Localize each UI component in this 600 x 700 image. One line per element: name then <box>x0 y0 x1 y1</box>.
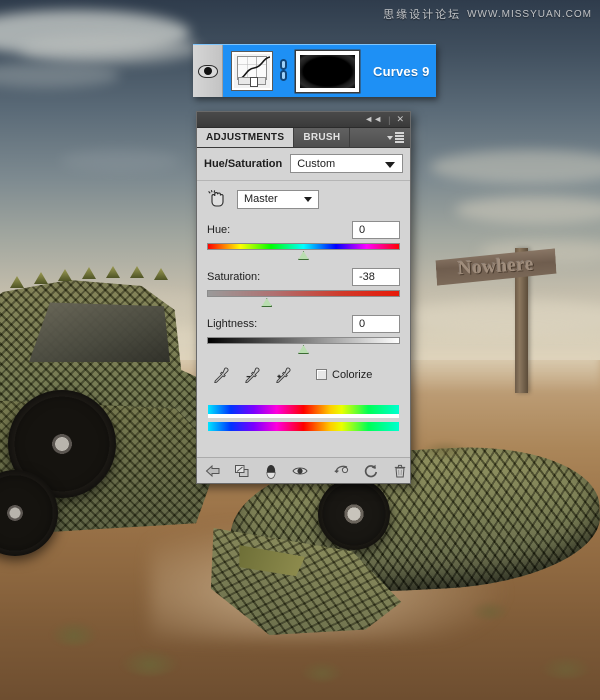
preset-black-white-icon[interactable] <box>263 463 279 479</box>
saturation-track[interactable] <box>207 290 400 297</box>
back-arrow-icon[interactable] <box>205 463 221 479</box>
chevron-down-icon <box>304 197 312 202</box>
channel-dropdown-value: Master <box>244 193 278 205</box>
reset-icon[interactable] <box>363 463 379 479</box>
desert-scrub <box>50 620 98 646</box>
cloud <box>60 150 180 172</box>
desert-scrub <box>300 660 344 682</box>
delete-icon[interactable] <box>392 463 408 479</box>
preset-row: Hue/Saturation Custom <box>197 148 410 181</box>
eyedropper-row: Colorize <box>207 366 400 383</box>
saturation-track-wrap[interactable] <box>207 290 400 307</box>
color-spectrum-bars <box>207 405 400 431</box>
chevron-down-icon <box>385 161 395 168</box>
preset-dropdown[interactable]: Custom <box>290 154 403 173</box>
channel-row: Master <box>207 189 400 209</box>
adjustments-panel: ◄◄ | ✕ ADJUSTMENTS BRUSH Hue/Saturation … <box>196 111 411 484</box>
adjustment-type-label: Hue/Saturation <box>204 157 283 170</box>
layer-name-label: Curves 9 <box>373 63 430 79</box>
tabs-spacer <box>350 128 381 147</box>
lightness-slider-handle[interactable] <box>298 345 309 354</box>
spectrum-gap <box>208 414 399 418</box>
view-previous-state-icon[interactable] <box>334 463 350 479</box>
panel-body: Master Hue: 0 Saturation: -38 Lightness:… <box>197 181 410 457</box>
panel-menu-icon[interactable] <box>381 128 410 147</box>
lightness-track-wrap[interactable] <box>207 337 400 354</box>
hue-track-wrap[interactable] <box>207 243 400 260</box>
lightness-label: Lightness: <box>207 317 258 330</box>
tab-brush[interactable]: BRUSH <box>294 128 351 147</box>
desert-scrub <box>540 655 592 679</box>
link-chain-icon[interactable] <box>277 58 290 84</box>
panel-tabs: ADJUSTMENTS BRUSH <box>197 128 410 148</box>
targeted-adjustment-tool-icon[interactable] <box>207 189 227 209</box>
car-rear-wheel <box>318 478 390 550</box>
layer-visibility-toggle[interactable] <box>193 45 223 97</box>
curves-thumbnail[interactable] <box>232 52 272 90</box>
lightness-track[interactable] <box>207 337 400 344</box>
eye-icon <box>197 64 218 78</box>
spectrum-bar-bottom <box>208 422 399 431</box>
hue-value-input[interactable]: 0 <box>352 220 400 239</box>
clip-to-layer-icon[interactable] <box>234 463 250 479</box>
slider-saturation: Saturation: -38 <box>207 267 400 307</box>
tab-adjustments[interactable]: ADJUSTMENTS <box>197 128 295 147</box>
eyedropper-minus-icon[interactable] <box>244 366 261 383</box>
slider-hue: Hue: 0 <box>207 220 400 260</box>
watermark: 思缘设计论坛 WWW.MISSYUAN.COM <box>383 6 592 22</box>
layer-row-curves-9[interactable]: Curves 9 <box>193 44 436 97</box>
titlebar-separator: | <box>388 114 391 125</box>
cloud <box>20 34 200 64</box>
toggle-visibility-icon[interactable] <box>292 463 308 479</box>
panel-footer <box>197 457 410 483</box>
hue-track[interactable] <box>207 243 400 250</box>
panel-titlebar: ◄◄ | ✕ <box>197 112 410 128</box>
watermark-cn-text: 思缘设计论坛 <box>383 9 462 21</box>
desert-scrub <box>470 600 510 620</box>
eyedropper-icon[interactable] <box>213 366 230 383</box>
close-icon[interactable]: ✕ <box>396 115 404 124</box>
preset-dropdown-value: Custom <box>297 157 336 170</box>
eyedropper-plus-icon[interactable] <box>275 366 292 383</box>
spectrum-bar-top <box>208 405 399 414</box>
colorize-checkbox[interactable] <box>316 369 327 380</box>
lightness-value-input[interactable]: 0 <box>352 314 400 333</box>
channel-dropdown[interactable]: Master <box>237 189 319 209</box>
saturation-label: Saturation: <box>207 270 261 283</box>
screenshot-root: Nowhere 思缘设计论坛 WWW.MISSYUAN.COM Curves 9… <box>0 0 600 700</box>
desert-scrub <box>120 648 180 676</box>
slider-lightness: Lightness: 0 <box>207 314 400 354</box>
colorize-checkbox-group[interactable]: Colorize <box>316 369 372 381</box>
colorize-label: Colorize <box>332 368 373 381</box>
saturation-value-input[interactable]: -38 <box>352 267 400 286</box>
saturation-slider-handle[interactable] <box>261 298 273 307</box>
layer-mask-thumbnail[interactable] <box>296 50 359 92</box>
watermark-url-text: WWW.MISSYUAN.COM <box>467 8 592 20</box>
hue-label: Hue: <box>207 223 231 236</box>
hue-slider-handle[interactable] <box>298 251 309 260</box>
desert-scrub <box>420 440 470 458</box>
collapse-icon[interactable]: ◄◄ <box>364 115 382 124</box>
